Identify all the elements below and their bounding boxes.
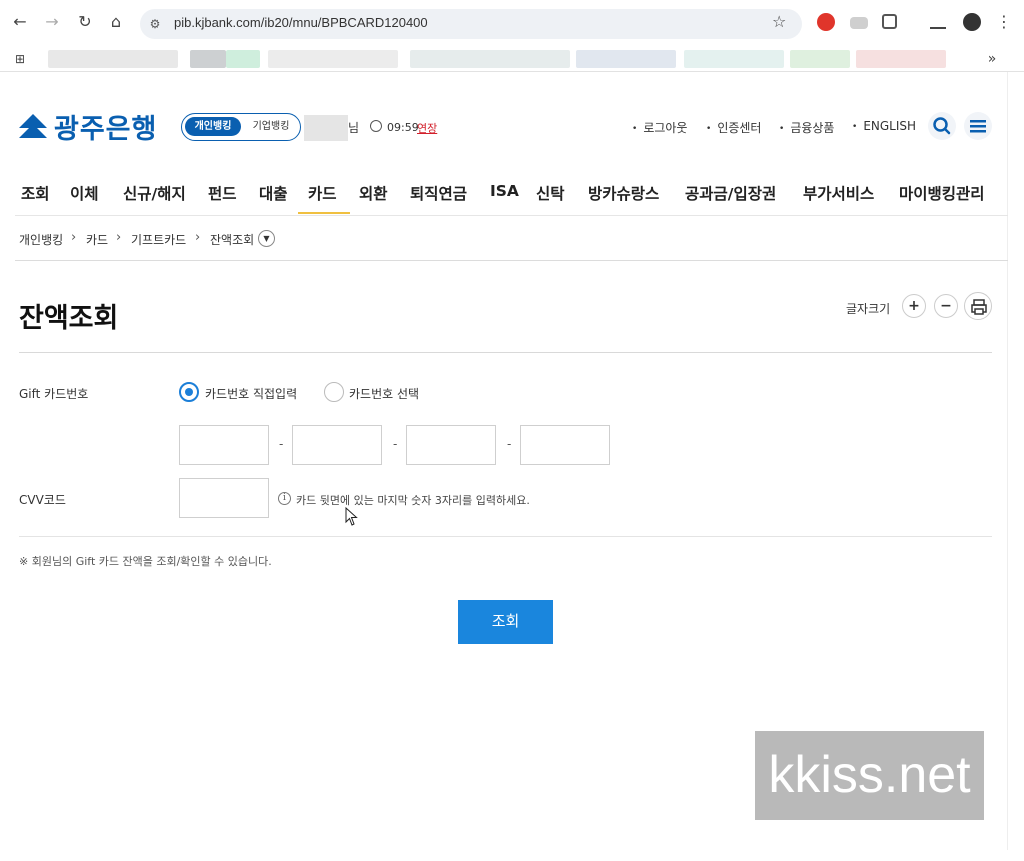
english-link[interactable]: ENGLISH (852, 119, 916, 133)
bookmark-item[interactable] (410, 50, 570, 68)
logo-mark-icon (19, 114, 47, 138)
bookmark-item[interactable] (226, 50, 260, 68)
breadcrumb-item[interactable]: 카드 (86, 231, 108, 248)
download-icon[interactable] (930, 13, 946, 29)
font-increase-button[interactable]: + (902, 294, 926, 318)
url-text[interactable]: pib.kjbank.com/ib20/mnu/BPBCARD120400 (174, 15, 428, 30)
bookmark-item[interactable] (684, 50, 784, 68)
gnb-item-new-cancel[interactable]: 신규/해지 (123, 182, 186, 204)
chevron-right-icon: › (71, 230, 77, 245)
global-navigation: 조회 이체 신규/해지 펀드 대출 카드 외환 퇴직연금 ISA 신탁 방카슈랑… (15, 172, 1008, 216)
breadcrumb-item[interactable]: 기프트카드 (131, 231, 186, 248)
chevron-right-icon: › (195, 230, 201, 245)
card-number-field-2[interactable] (292, 425, 382, 465)
search-button[interactable] (928, 112, 956, 140)
extension-icon[interactable] (817, 13, 835, 31)
watermark: kkiss.net (755, 731, 984, 820)
gnb-item-transfer[interactable]: 이체 (70, 182, 99, 204)
mouse-cursor-icon (345, 507, 358, 526)
gnb-item-fund[interactable]: 펀드 (208, 182, 237, 204)
extend-session-link[interactable]: 연장 (417, 120, 437, 136)
profile-avatar-icon[interactable] (963, 13, 981, 31)
radio-direct-input-label[interactable]: 카드번호 직접입력 (205, 385, 297, 402)
active-menu-indicator (298, 212, 350, 214)
home-icon[interactable]: ⌂ (106, 12, 126, 32)
page-title: 잔액조회 (19, 303, 119, 334)
breadcrumb-item-current: 잔액조회 (210, 233, 255, 247)
info-icon: i (278, 492, 291, 505)
personal-banking-toggle[interactable]: 개인뱅킹 (185, 117, 241, 136)
bookmark-item[interactable] (576, 50, 676, 68)
card-number-label: Gift 카드번호 (19, 387, 89, 401)
font-size-label: 글자크기 (846, 302, 891, 316)
puzzle-icon[interactable] (882, 14, 897, 29)
cert-center-link[interactable]: 인증센터 (706, 119, 761, 136)
card-number-field-3[interactable] (406, 425, 496, 465)
breadcrumb-dropdown-icon[interactable]: ▼ (258, 230, 275, 247)
forward-icon[interactable]: → (42, 12, 62, 32)
separator: - (393, 437, 398, 451)
corporate-banking-toggle[interactable]: 기업뱅킹 (246, 117, 296, 136)
separator: - (279, 437, 284, 451)
cvv-field[interactable] (179, 478, 269, 518)
banking-type-toggle[interactable]: 개인뱅킹 기업뱅킹 (181, 113, 301, 141)
logo-text: 광주은행 (54, 113, 158, 145)
gnb-item-forex[interactable]: 외환 (359, 182, 388, 204)
divider (15, 260, 1008, 261)
bookmark-item[interactable] (190, 50, 226, 68)
radio-select-card[interactable] (324, 382, 344, 402)
gnb-item-loan[interactable]: 대출 (259, 182, 288, 204)
session-timer: 09:59 (387, 121, 419, 134)
search-icon (933, 117, 951, 135)
extension-icon[interactable] (850, 17, 868, 29)
reload-icon[interactable]: ↻ (75, 12, 95, 32)
back-icon[interactable]: ← (10, 12, 30, 32)
printer-icon (971, 299, 987, 315)
bookmark-star-icon[interactable]: ☆ (772, 12, 786, 31)
financial-products-link[interactable]: 금융상품 (779, 119, 834, 136)
card-number-field-1[interactable] (179, 425, 269, 465)
print-button[interactable] (964, 292, 992, 320)
cvv-hint: 카드 뒷면에 있는 마지막 숫자 3자리를 입력하세요. (296, 494, 530, 507)
separator: - (507, 437, 512, 451)
divider (19, 536, 992, 537)
cvv-label: CVV코드 (19, 493, 66, 507)
bookmarks-overflow-icon[interactable]: » (982, 49, 1002, 69)
clock-icon (370, 120, 382, 132)
info-note: ※ 회원님의 Gift 카드 잔액을 조회/확인할 수 있습니다. (19, 555, 272, 568)
site-info-icon[interactable]: ⚙ (146, 15, 164, 33)
bookmark-item[interactable] (268, 50, 398, 68)
gnb-item-extra-services[interactable]: 부가서비스 (803, 182, 874, 204)
card-number-field-4[interactable] (520, 425, 610, 465)
all-menu-button[interactable] (964, 112, 992, 140)
browser-toolbar: ← → ↻ ⌂ ⚙ pib.kjbank.com/ib20/mnu/BPBCAR… (0, 0, 1024, 46)
bookmark-item[interactable] (856, 50, 946, 68)
user-suffix: 님 (348, 121, 360, 135)
gnb-item-pension[interactable]: 퇴직연금 (410, 182, 467, 204)
gnb-item-utility[interactable]: 공과금/입장권 (685, 182, 776, 204)
hamburger-icon (970, 120, 986, 133)
user-name-redacted (304, 115, 348, 141)
logout-link[interactable]: 로그아웃 (632, 119, 687, 136)
gnb-item-trust[interactable]: 신탁 (536, 182, 565, 204)
font-decrease-button[interactable]: − (934, 294, 958, 318)
breadcrumb-item[interactable]: 개인뱅킹 (19, 231, 63, 248)
gnb-item-card[interactable]: 카드 (308, 182, 337, 204)
menu-dots-icon[interactable]: ⋮ (994, 12, 1014, 32)
gnb-item-isa[interactable]: ISA (490, 182, 519, 200)
bookmark-item[interactable] (790, 50, 850, 68)
divider (19, 352, 992, 353)
gnb-item-bancassurance[interactable]: 방카슈랑스 (588, 182, 659, 204)
radio-direct-input[interactable] (179, 382, 199, 402)
apps-grid-icon[interactable]: ⊞ (10, 49, 30, 69)
radio-select-card-label[interactable]: 카드번호 선택 (349, 385, 419, 402)
bookmark-item[interactable] (48, 50, 178, 68)
bookmarks-bar: ⊞ » (0, 46, 1024, 72)
gnb-item-my-banking[interactable]: 마이뱅킹관리 (899, 182, 985, 204)
gnb-item-inquiry[interactable]: 조회 (21, 182, 50, 204)
inquiry-button[interactable]: 조회 (458, 600, 553, 644)
bank-logo[interactable]: 광주은행 (18, 108, 158, 145)
chevron-right-icon: › (116, 230, 122, 245)
